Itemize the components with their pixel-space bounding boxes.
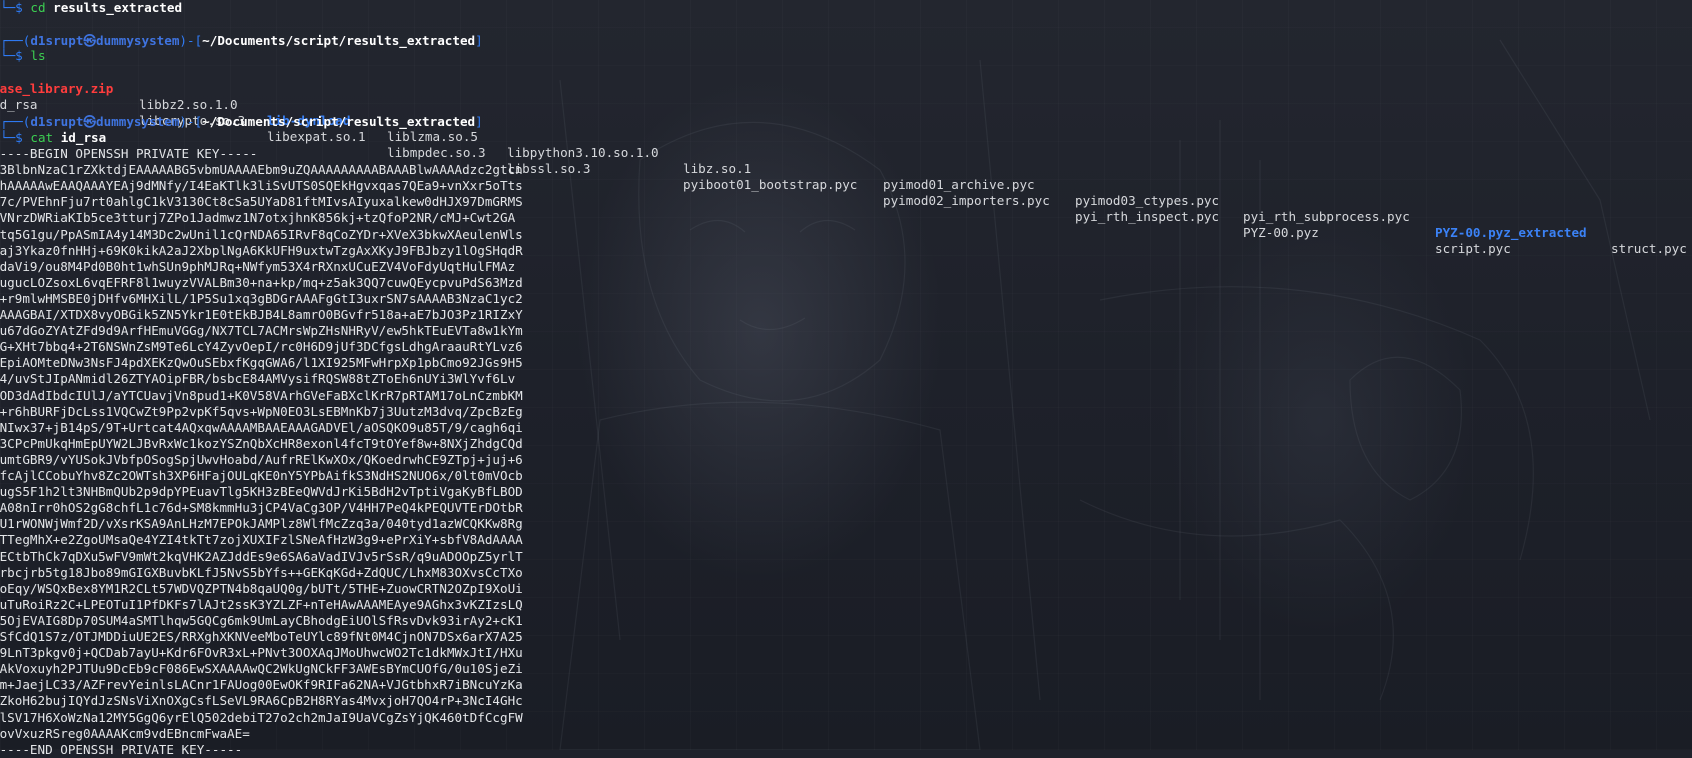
command-line-cat: └─$ cat id_rsa bbox=[0, 130, 106, 146]
prompt-user: d1srupt bbox=[30, 33, 84, 48]
file-entry: libz.so.1 bbox=[683, 161, 752, 176]
prompt-box-end: ] bbox=[475, 33, 483, 48]
key-line: iG+XHt7bbq4+2T6NSWnZsM9Te6LcY4ZyvOepI/rc… bbox=[0, 339, 523, 355]
file-entry: pyiboot01_bootstrap.pyc bbox=[683, 177, 858, 192]
prompt-at-icon: ㉿ bbox=[83, 33, 97, 48]
command-arg: id_rsa bbox=[60, 130, 107, 145]
file-entry: liblzma.so.5 bbox=[387, 129, 478, 144]
file-entry: pyi_rth_subprocess.pyc bbox=[1243, 209, 1410, 224]
prompt-dollar: $ bbox=[15, 0, 23, 15]
prompt-box-mid: )-[ bbox=[179, 33, 203, 48]
key-line: 7ovVxuzRSreg0AAAAKcm9vdEBncmFwaAE= bbox=[0, 725, 250, 741]
key-line: rZkoH62bujIQYdJzSNsViXnOXgCsfLSeVL9RA6Cp… bbox=[0, 693, 523, 709]
key-line: Pm+JaejLC33/AZFrevYeinlsLACnr1FAUog00EwO… bbox=[0, 677, 523, 693]
prompt-user: d1srupt bbox=[30, 114, 84, 129]
key-line: EAAAGBAI/XTDX8vyOBGik5ZN5Ykr1E0tEkBJB4L8… bbox=[0, 307, 523, 322]
file-entry: pyimod02_importers.pyc bbox=[883, 193, 1050, 208]
key-line: olSV17H6XoWzNa12MY5GgQ6yrElQ502debiT27o2… bbox=[0, 709, 523, 725]
file-entry: id_rsa bbox=[0, 97, 38, 112]
key-line: p5OjEVAIG8Dp70SUM4aSMTlhqw5GQCg6mk9UmLay… bbox=[0, 612, 523, 628]
prompt-box-top: ┌──( bbox=[0, 33, 31, 48]
key-line: LdaVi9/ou8M4Pd0B0ht1whSUn9phMJRq+NWfym53… bbox=[0, 258, 516, 274]
key-line: RVNrzDWRiaKIb5ce3tturj7ZPo1Jadmwz1N7otxj… bbox=[0, 210, 516, 226]
command-ls: ls bbox=[30, 48, 46, 63]
key-line: Kaj3Ykaz0fnHHj+69K0kikA2aJ2XbplNgA6KkUFH… bbox=[0, 242, 523, 258]
key-line: ZAkVoxuyh2PJTUu9DcEb9cF086EwSXAAAAwQC2Wk… bbox=[0, 661, 523, 677]
key-line: k7c/PVEhnFju7rt0ahlgC1kV3130Ct8cSa5UYaD8… bbox=[0, 194, 523, 210]
command-line-ls: └─$ ls bbox=[0, 48, 46, 64]
prompt-dollar: $ bbox=[15, 130, 23, 145]
prompt-corner: └─ bbox=[0, 48, 16, 63]
prompt-corner: └─ bbox=[0, 130, 16, 145]
command-cd: cd bbox=[30, 0, 46, 15]
prompt-at-icon: ㉿ bbox=[83, 114, 97, 129]
key-line: x4/uvStJIpANmidl26ZTYAOipFBR/bsbcE84AMVy… bbox=[0, 371, 516, 387]
key-line: SuTuRoiRz2C+LPEOTuI1PfDKFs7lAJt2ssK3YZLZ… bbox=[0, 596, 523, 612]
key-line: 2+r9mlwHMSBE0jDHfv6MHXilL/1P5Su1xq3gBDGr… bbox=[0, 290, 523, 306]
file-entry: libbz2.so.1.0 bbox=[139, 97, 238, 112]
key-line: b3BlbnNzaC1rZXktdjEAAAAABG5vbmUAAAAEbm9u… bbox=[0, 162, 523, 178]
key-line: S+r6hBURFjDcLss1VQCwZt9Pp2vpKf5qvs+WpN0E… bbox=[0, 403, 523, 419]
key-line: OOD3dAdIbdcIUlJ/aYTCUavjVn8pud1+K0V58VAr… bbox=[0, 387, 523, 403]
file-entry: pyimod01_archive.pyc bbox=[883, 177, 1035, 192]
prompt-dollar: $ bbox=[15, 48, 23, 63]
file-entry: script.pyc bbox=[1435, 241, 1511, 256]
key-line: ZumtGBR9/vYUSokJVbfpOSogSpjUwvHoabd/Aufr… bbox=[0, 451, 523, 467]
key-line: KA08nIrr0hOS2gG8chfL1c76d+SM8kmmHu3jCP4V… bbox=[0, 500, 523, 516]
key-line: W9LnT3pkgv0j+QCDab7ayU+Kdr6FOvR3xL+PNvt3… bbox=[0, 645, 523, 661]
file-entry: libmpdec.so.3 bbox=[387, 145, 486, 160]
prompt-host: dummysystem bbox=[96, 33, 180, 48]
key-line: 6oEqy/WSQxBex8YM1R2CLt57WDVQZPTN4b8qaUQ0… bbox=[0, 580, 523, 596]
prompt-line: ┌──(d1srupt㉿dummysystem)-[~/Documents/sc… bbox=[0, 33, 483, 49]
key-line: NhAAAAAwEAAQAAAYEAj9dMNfy/I4EaKTlk3liSvU… bbox=[0, 178, 523, 194]
key-begin-marker: -----BEGIN OPENSSH PRIVATE KEY----- bbox=[0, 146, 258, 161]
prompt-box-end: ] bbox=[475, 114, 483, 129]
prompt-line: ┌──(d1srupt㉿dummysystem)-[~/Documents/sc… bbox=[0, 114, 483, 130]
key-line: vrbcjrb5tg18Jbo89mGIGXBuvbKLfJ5NvS5bYfs+… bbox=[0, 564, 523, 580]
prompt-corner: └─ bbox=[0, 0, 16, 15]
command-arg: results_extracted bbox=[53, 0, 183, 15]
prompt-cwd: ~/Documents/script/results_extracted bbox=[202, 33, 476, 48]
file-entry: libpython3.10.so.1.0 bbox=[507, 145, 659, 160]
directory-entry: PYZ-00.pyz_extracted bbox=[1435, 225, 1587, 240]
file-entry: pyi_rth_inspect.pyc bbox=[1075, 209, 1220, 224]
ls-output-row: id_rsa libcrypto.so.3 libexpat.so.1 libm… bbox=[0, 81, 1692, 256]
key-line: Ctq5G1gu/PpASmIA4y14M3Dc2wUnil1cQrNDA65I… bbox=[0, 226, 523, 242]
key-line: RNIwx37+jB14pS/9T+Urtcat4AQxqwAAAAMBAAEA… bbox=[0, 419, 523, 435]
key-line: GU1rWONWjWmf2D/vXsrKSA9AnLHzM7EPOkJAMPlz… bbox=[0, 516, 523, 532]
file-entry: struct.pyc bbox=[1611, 241, 1687, 256]
file-entry: PYZ-00.pyz bbox=[1243, 225, 1319, 240]
prompt-host: dummysystem bbox=[96, 114, 180, 129]
command-cat: cat bbox=[30, 130, 54, 145]
key-line: KugucLOZsoxL6vqEFRF8l1wuyzVVALBm30+na+kp… bbox=[0, 274, 523, 290]
key-line: oSfCdQ1S7z/OTJMDDiuUE2ES/RRXghXKNVeeMboT… bbox=[0, 629, 523, 644]
command-line-cd: └─$ cd results_extracted bbox=[0, 0, 182, 16]
key-line: wECtbThCk7qDXu5wFV9mWt2kqVHK2AZJddEs9e6S… bbox=[0, 548, 523, 564]
prompt-cwd: ~/Documents/script/results_extracted bbox=[202, 114, 476, 129]
key-line: EfcAjlCCobuYhv8Zc2OWTsh3XP6HFajOULqKE0nY… bbox=[0, 468, 523, 483]
key-line: E3CPcPmUkqHmEpUYW2LJBvRxWc1kozYSZnQbXcHR… bbox=[0, 435, 523, 451]
prompt-box-mid: )-[ bbox=[179, 114, 203, 129]
prompt-box-top: ┌──( bbox=[0, 114, 31, 129]
file-entry: pyimod03_ctypes.pyc bbox=[1075, 193, 1220, 208]
ls-output-row: base_library.zip libbz2.so.1.0 lib-dynlo… bbox=[0, 65, 1692, 256]
key-line: OTTegMhX+e2ZgoUMsaQe4YZI4tkTt7zojXUXIFzl… bbox=[0, 532, 523, 548]
key-line: hugS5F1h2lt3NHBmQUb2p9dpYPEuavTlg5KH3zBE… bbox=[0, 484, 523, 500]
file-entry: libexpat.so.1 bbox=[267, 129, 366, 144]
key-line: QEpiAOMteDNw3NsFJ4pdXEKzQwOuSEbxfKgqGWA6… bbox=[0, 355, 523, 371]
key-line: 7u67dGoZYAtZFd9d9ArfHEmuVGGg/NX7TCL7ACMr… bbox=[0, 323, 523, 339]
